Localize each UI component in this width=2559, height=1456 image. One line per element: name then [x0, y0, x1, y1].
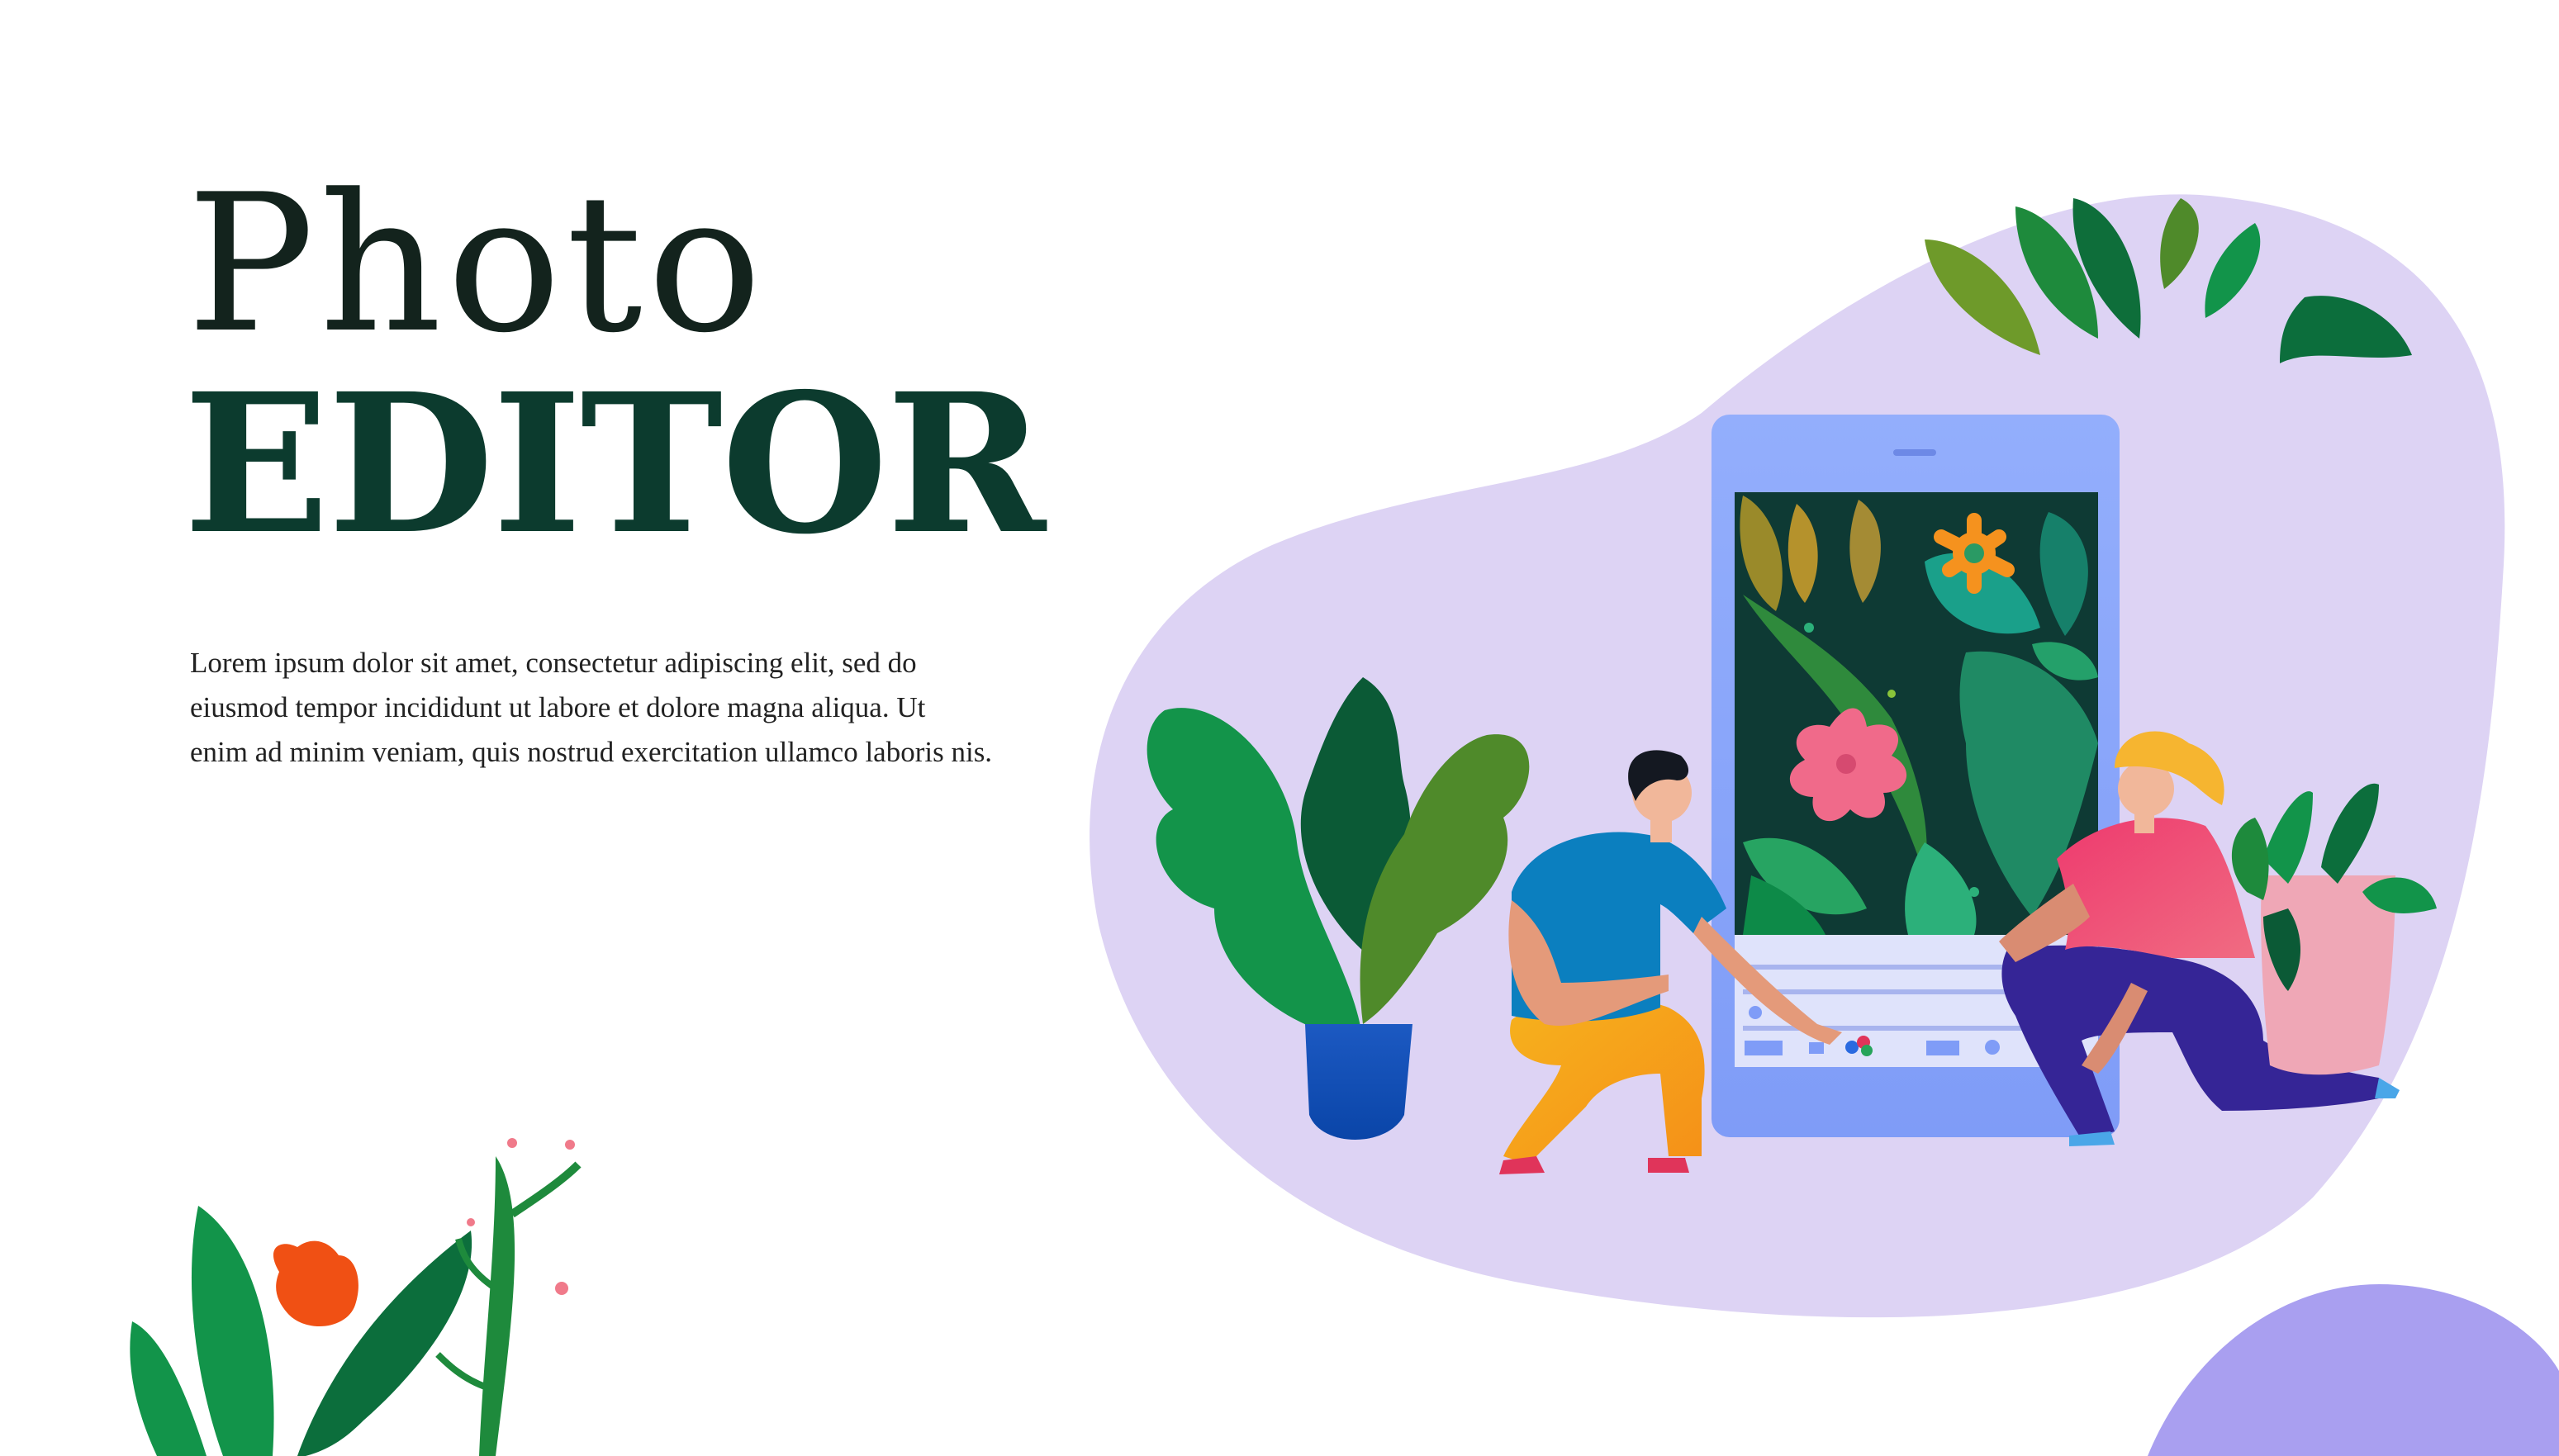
- corner-blob: [2148, 1284, 2559, 1456]
- flower-icon: [273, 1240, 358, 1327]
- hero-illustration: [130, 194, 2559, 1456]
